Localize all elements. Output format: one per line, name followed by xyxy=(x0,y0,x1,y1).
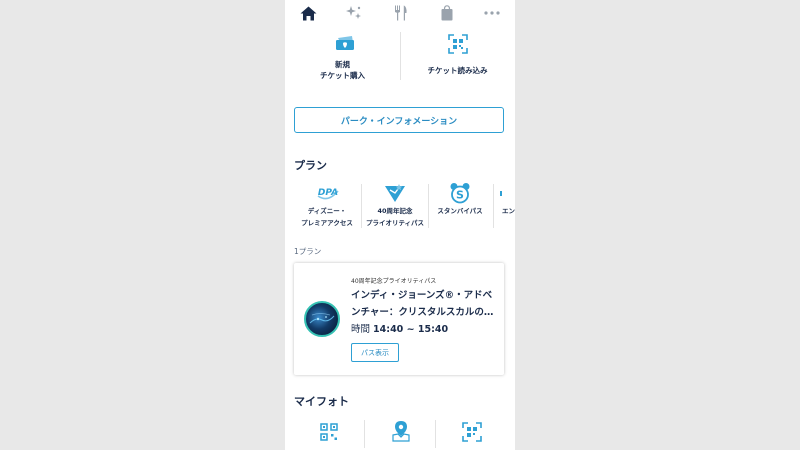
priority-pass-icon xyxy=(384,183,406,207)
show-pass-button[interactable]: パス表示 xyxy=(351,343,399,362)
plan-label: エン xyxy=(502,205,515,217)
dpa-icon-text: DPA xyxy=(318,188,338,198)
photos-row xyxy=(285,418,515,450)
map-pin-icon xyxy=(391,420,411,446)
plan-card-time: 時間 14:40 ~ 15:40 xyxy=(351,321,448,335)
plans-row: DPA ディズニー・ プレミアアクセス 40周年記念プライオリティパス S スタン… xyxy=(285,180,515,232)
scan-ticket-label: チケット読み込み xyxy=(427,66,488,75)
plan-label-line2: プライオリティパス xyxy=(365,219,425,227)
time-label: 時間 xyxy=(351,324,371,335)
plan-standby-pass[interactable]: S スタンバイパス xyxy=(427,180,493,232)
buy-ticket-label-2: チケット購入 xyxy=(320,71,365,80)
plans-title: プラン xyxy=(294,159,327,172)
quick-actions: 新規 チケット購入 チケット読み込み xyxy=(285,28,515,88)
park-info-button[interactable]: パーク・インフォメーション xyxy=(294,107,504,133)
plan-label-line1: スタンバイパス xyxy=(437,207,483,215)
qr-scan-icon xyxy=(462,422,482,446)
my-photos-title: マイフォト xyxy=(294,395,349,408)
shopping-bag-icon[interactable] xyxy=(437,4,457,22)
qr-scan-icon xyxy=(448,34,468,58)
ticket-icon xyxy=(335,35,355,55)
plan-label-line1: 40周年記念 xyxy=(377,207,413,215)
plan-label: ディズニー・ プレミアアクセス xyxy=(294,205,360,229)
standby-icon-text: S xyxy=(456,189,464,202)
entry-icon xyxy=(500,191,502,196)
plan-priority-pass[interactable]: 40周年記念プライオリティパス xyxy=(362,180,428,232)
home-icon[interactable] xyxy=(298,4,318,22)
plan-label-line1: エン xyxy=(502,207,515,215)
plan-card[interactable]: 40周年記念プライオリティパス インディ・ジョーンズ®・アドベンチャー：クリスタ… xyxy=(294,263,504,375)
photo-qr-button[interactable] xyxy=(294,418,364,450)
plan-count: 1プラン xyxy=(294,247,322,256)
sparkle-icon[interactable] xyxy=(344,4,364,22)
time-value: 14:40 ~ 15:40 xyxy=(373,324,449,335)
scan-ticket-button[interactable]: チケット読み込み xyxy=(400,28,515,88)
qr-code-icon xyxy=(320,423,338,445)
dpa-icon: DPA xyxy=(316,183,340,207)
plan-card-title: インディ・ジョーンズ®・アドベンチャー：クリスタルスカルの… xyxy=(351,290,494,318)
restaurant-icon[interactable] xyxy=(391,4,411,22)
plan-dpa[interactable]: DPA ディズニー・ プレミアアクセス xyxy=(294,180,360,232)
buy-ticket-button[interactable]: 新規 チケット購入 xyxy=(285,28,400,88)
app-screen: 新規 チケット購入 チケット読み込み パーク・インフォメーション プラン DPA… xyxy=(285,0,515,450)
plan-entry[interactable]: エン xyxy=(493,180,515,232)
top-nav xyxy=(285,0,515,26)
plan-card-subtitle: 40周年記念プライオリティパス xyxy=(351,278,437,285)
plan-label-line1: ディズニー・ xyxy=(307,207,347,215)
photo-scan-button[interactable] xyxy=(436,418,506,450)
more-icon[interactable] xyxy=(482,4,502,22)
attraction-thumbnail xyxy=(304,301,340,337)
plan-label: スタンバイパス xyxy=(427,205,493,217)
plan-label-line2: プレミアアクセス xyxy=(301,219,353,227)
buy-ticket-label-1: 新規 xyxy=(335,60,350,69)
plan-label: 40周年記念プライオリティパス xyxy=(362,205,428,229)
photo-map-button[interactable] xyxy=(365,418,435,450)
